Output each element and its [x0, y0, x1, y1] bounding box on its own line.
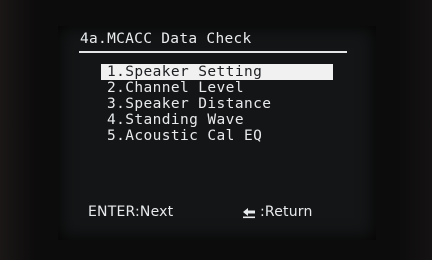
menu-item-speaker-setting[interactable]: 1.Speaker Setting: [101, 64, 333, 80]
return-hint-label: :Return: [260, 204, 313, 220]
title-underline: [79, 51, 347, 53]
enter-next-hint: ENTER:Next: [88, 204, 174, 220]
menu-item-channel-level[interactable]: 2.Channel Level: [101, 80, 341, 96]
page-title: 4a.MCACC Data Check: [80, 31, 252, 47]
menu-item-acoustic-cal-eq[interactable]: 5.Acoustic Cal EQ: [101, 128, 341, 144]
return-hint: :Return: [240, 204, 313, 220]
menu-list: 1.Speaker Setting 2.Channel Level 3.Spea…: [101, 64, 341, 144]
menu-item-standing-wave[interactable]: 4.Standing Wave: [101, 112, 341, 128]
menu-item-speaker-distance[interactable]: 3.Speaker Distance: [101, 96, 341, 112]
return-arrow-icon: [240, 205, 258, 219]
